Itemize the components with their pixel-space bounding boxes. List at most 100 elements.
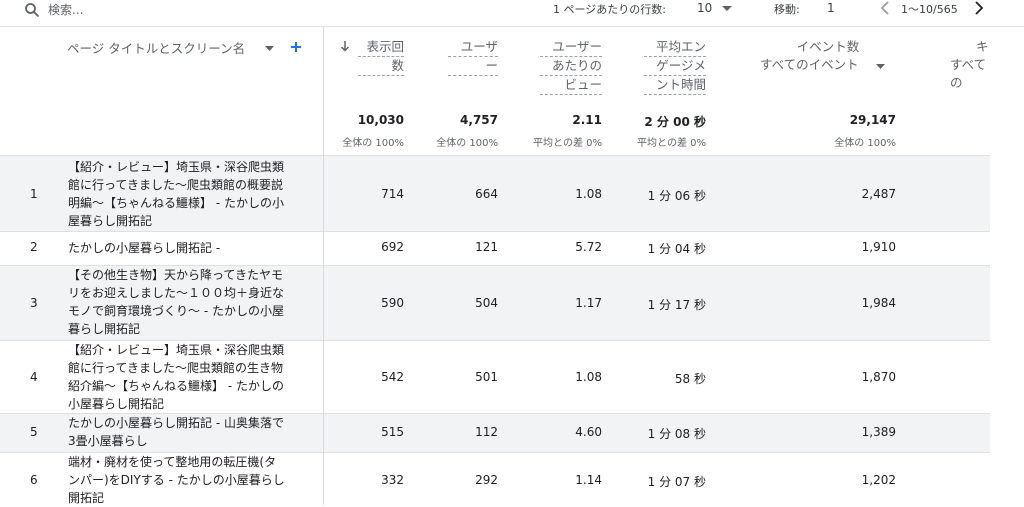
total-views-share: 全体の 100% xyxy=(342,138,404,149)
cell-vpu: 1.14 xyxy=(575,473,602,487)
row-title[interactable]: 【紹介・レビュー】埼玉県・深谷爬虫類 館に行ってきました〜爬虫類館の概要説 明編… xyxy=(68,158,308,230)
row-number: 6 xyxy=(30,473,38,487)
header-line: 平均エン xyxy=(644,38,706,57)
caret-down-icon[interactable] xyxy=(265,46,274,52)
cell-events: 1,870 xyxy=(861,370,896,384)
cell-eng: 1 分 07 秒 xyxy=(647,475,706,489)
chevron-right-icon[interactable] xyxy=(973,0,985,16)
rows-per-page-label: 1 ページあたりの行数: xyxy=(553,3,666,16)
title-line: リをお迎えしました〜１００均＋身近な xyxy=(68,286,285,300)
row-title[interactable]: 端材・廃材を使って整地用の転圧機(タ ンパー)をDIYする - たかしの小屋暮ら… xyxy=(68,453,308,507)
row-title[interactable]: 【紹介・レビュー】埼玉県・深谷爬虫類 館に行ってきました〜爬虫類館の生き物 紹介… xyxy=(68,341,308,413)
row-number: 4 xyxy=(30,370,38,384)
total-events: 29,147 xyxy=(849,113,896,127)
page-range: 1〜10/565 xyxy=(901,3,958,16)
chevron-left-icon[interactable] xyxy=(879,0,891,16)
search-icon xyxy=(25,3,40,18)
search-input[interactable] xyxy=(48,0,348,20)
header-line: ビュー xyxy=(540,76,602,95)
cell-views: 714 xyxy=(381,187,404,201)
header-avg-engagement[interactable]: 平均エン ゲージメ ント時間 xyxy=(644,38,706,95)
title-line: モノで飼育環境づくり〜 - たかしの小屋 xyxy=(68,304,284,318)
row-number: 3 xyxy=(30,296,38,310)
cell-vpu: 5.72 xyxy=(575,240,602,254)
total-avg-engagement: 2 分 00 秒 xyxy=(644,115,706,129)
row-number: 1 xyxy=(30,187,38,201)
row-divider xyxy=(0,231,990,232)
header-next-column[interactable]: キ xyxy=(976,38,989,56)
total-views: 10,030 xyxy=(357,113,404,127)
cell-events: 1,984 xyxy=(861,296,896,310)
header-line: 数 xyxy=(358,57,404,76)
cell-events: 1,389 xyxy=(861,425,896,439)
title-line: 館に行ってきました〜爬虫類館の概要説 xyxy=(68,178,284,192)
cell-eng: 1 分 06 秒 xyxy=(647,189,706,203)
caret-down-icon[interactable] xyxy=(722,6,732,12)
row-number: 2 xyxy=(30,240,38,254)
cell-views: 332 xyxy=(381,473,404,487)
header-views[interactable]: 表示回 数 xyxy=(358,38,404,76)
title-line: 小屋暮らし開拓記 xyxy=(68,397,165,411)
cell-vpu: 1.17 xyxy=(575,296,602,310)
header-line: あたりの xyxy=(540,57,602,76)
title-line: 館に行ってきました〜爬虫類館の生き物 xyxy=(68,361,284,375)
title-line: たかしの小屋暮らし開拓記 - 山奥集落で xyxy=(68,416,284,430)
rows-per-page-select[interactable]: 10 xyxy=(697,1,712,15)
header-views-per-user[interactable]: ユーザー あたりの ビュー xyxy=(540,38,602,95)
total-vpu-diff: 平均との差 0% xyxy=(533,138,602,149)
header-line: 表示回 xyxy=(358,38,404,57)
add-icon[interactable] xyxy=(290,41,302,53)
cell-events: 1,202 xyxy=(861,473,896,487)
goto-label: 移動: xyxy=(774,3,800,16)
cell-users: 121 xyxy=(475,240,498,254)
cell-users: 501 xyxy=(475,370,498,384)
cell-eng: 1 分 08 秒 xyxy=(647,427,706,441)
title-line: 屋暮らし開拓記 xyxy=(68,214,153,228)
title-line: 開拓記 xyxy=(68,491,105,505)
cell-eng: 1 分 04 秒 xyxy=(647,242,706,256)
row-title[interactable]: たかしの小屋暮らし開拓記 - xyxy=(68,239,308,257)
cell-users: 504 xyxy=(475,296,498,310)
header-line: ユーザー xyxy=(540,38,602,57)
title-line: ンパー)をDIYする - たかしの小屋暮らし xyxy=(68,473,285,487)
header-users[interactable]: ユーザ ー xyxy=(448,38,498,76)
cell-views: 515 xyxy=(381,425,404,439)
title-line: 3畳小屋暮らし xyxy=(68,434,148,448)
cell-events: 1,910 xyxy=(861,240,896,254)
cell-eng: 58 秒 xyxy=(674,372,706,386)
toolbar: 1 ページあたりの行数: 10 移動: 1 1〜10/565 xyxy=(0,0,1024,27)
title-line: 【紹介・レビュー】埼玉県・深谷爬虫類 xyxy=(68,343,285,357)
header-line: ー xyxy=(448,57,498,76)
total-events-share: 全体の 100% xyxy=(834,138,896,149)
sort-descending-icon[interactable] xyxy=(340,40,350,52)
header-line: イベント数 xyxy=(796,39,860,54)
cell-events: 2,487 xyxy=(861,187,896,201)
cell-vpu: 1.08 xyxy=(575,370,602,384)
cell-views: 692 xyxy=(381,240,404,254)
row-title[interactable]: たかしの小屋暮らし開拓記 - 山奥集落で 3畳小屋暮らし xyxy=(68,414,308,450)
header-dimension[interactable]: ページ タイトルとスクリーン名 xyxy=(67,40,245,58)
cell-eng: 1 分 17 秒 xyxy=(647,298,706,312)
header-line: ント時間 xyxy=(644,76,706,95)
column-divider xyxy=(323,26,324,505)
cell-vpu: 1.08 xyxy=(575,187,602,201)
header-next-column-sub: すべての xyxy=(950,57,987,90)
title-line: 紹介編〜【ちゃんねる鱷様】 - たかしの xyxy=(68,379,284,393)
goto-page-input[interactable]: 1 xyxy=(827,1,835,15)
event-filter-select[interactable]: すべてのイベント xyxy=(760,56,859,74)
row-title[interactable]: 【その他生き物】天から降ってきたヤモ リをお迎えしました〜１００均＋身近な モノ… xyxy=(68,266,308,338)
title-line: 【その他生き物】天から降ってきたヤモ xyxy=(68,268,284,282)
header-line: ゲージメ xyxy=(644,57,706,76)
title-line: 明編〜【ちゃんねる鱷様】 - たかしの小 xyxy=(68,196,284,210)
row-divider xyxy=(0,155,990,156)
cell-users: 292 xyxy=(475,473,498,487)
total-views-per-user: 2.11 xyxy=(572,113,602,127)
title-line: 端材・廃材を使って整地用の転圧機(タ xyxy=(68,455,277,469)
caret-down-icon[interactable] xyxy=(876,64,885,70)
title-line: 暮らし開拓記 xyxy=(68,322,141,336)
title-line: 【紹介・レビュー】埼玉県・深谷爬虫類 xyxy=(68,160,285,174)
header-line: ユーザ xyxy=(448,38,498,57)
title-line: たかしの小屋暮らし開拓記 - xyxy=(68,241,221,255)
total-users: 4,757 xyxy=(460,113,498,127)
header-event-count[interactable]: イベント数 xyxy=(760,38,896,56)
